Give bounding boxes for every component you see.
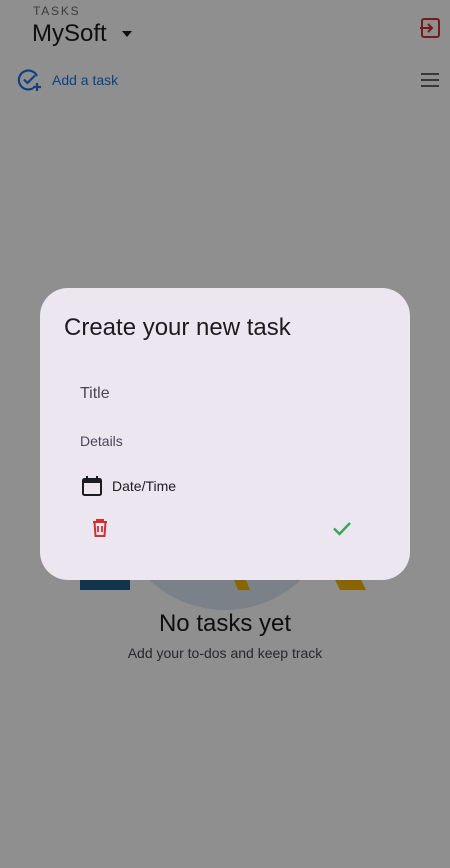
- task-details-input[interactable]: Details: [80, 433, 123, 449]
- confirm-check-icon[interactable]: [330, 516, 354, 540]
- task-title-input[interactable]: Title: [80, 385, 110, 403]
- datetime-button[interactable]: Date/Time: [80, 474, 176, 498]
- delete-icon[interactable]: [88, 516, 112, 540]
- calendar-icon: [80, 474, 104, 498]
- dialog-title: Create your new task: [64, 314, 291, 341]
- create-task-dialog: Create your new task Title Details Date/…: [40, 288, 410, 580]
- datetime-label: Date/Time: [112, 478, 177, 494]
